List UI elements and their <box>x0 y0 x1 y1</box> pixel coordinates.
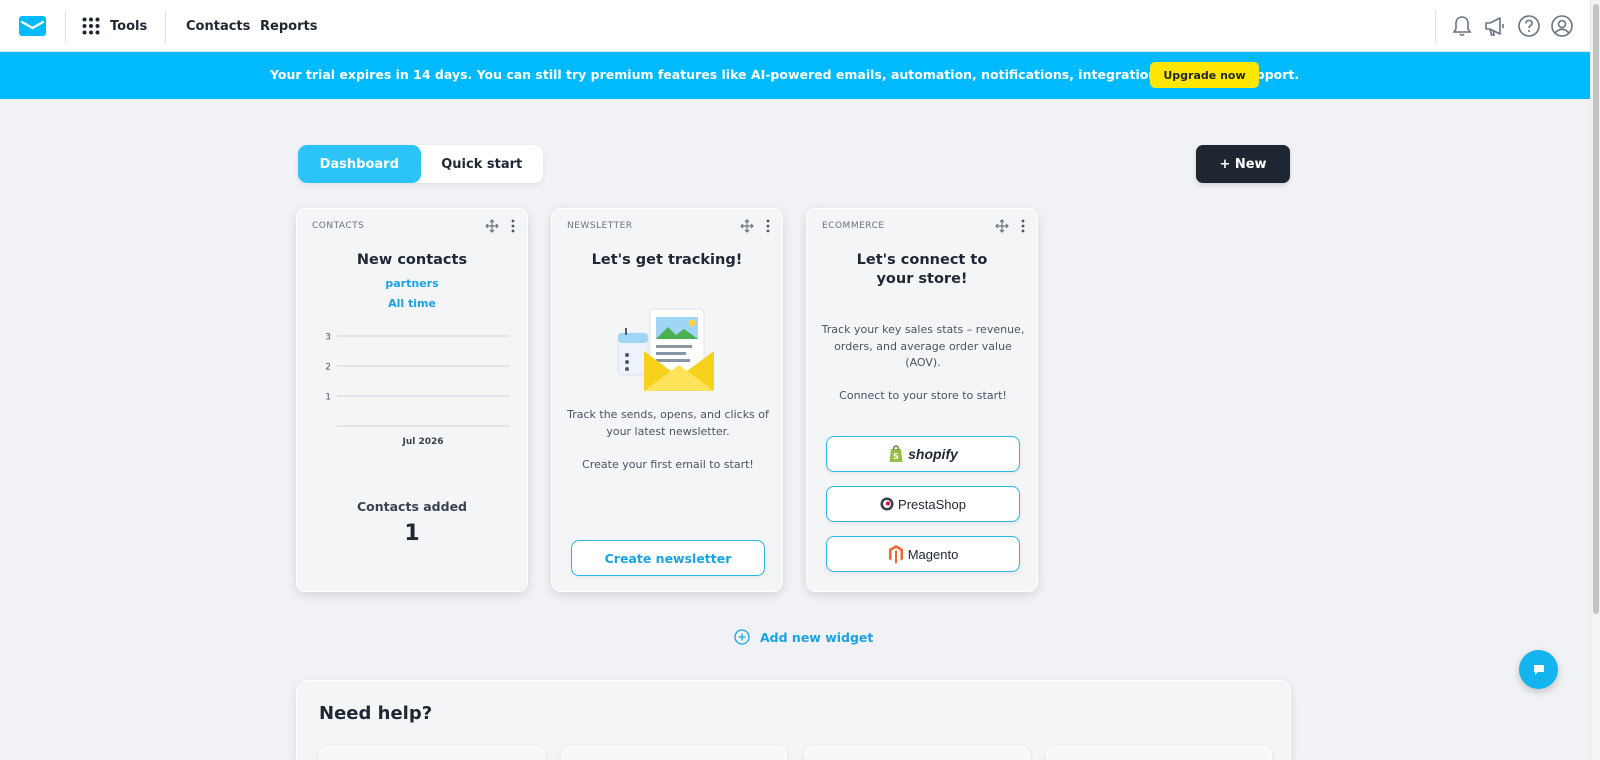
create-newsletter-label: Create newsletter <box>604 550 732 566</box>
help-panel: Need help? <box>296 680 1291 760</box>
add-new-widget-button[interactable]: Add new widget <box>734 629 873 645</box>
connect-prestashop-button[interactable]: PrestaShop <box>826 486 1020 522</box>
help-card[interactable] <box>319 746 545 760</box>
kebab-icon[interactable] <box>1020 219 1026 233</box>
move-icon[interactable] <box>995 219 1009 233</box>
chart-grid <box>337 335 509 427</box>
chart-x-tick-label: Jul 2026 <box>401 437 443 447</box>
help-card[interactable] <box>561 746 787 760</box>
tools-label: Tools <box>110 18 148 34</box>
ecommerce-cta-text: Connect to your store to start! <box>839 389 1007 402</box>
chart-x-ticks: Jul 2026 <box>401 437 443 447</box>
bell-icon[interactable] <box>1450 14 1474 38</box>
chart-y-tick-label: 1 <box>325 393 331 403</box>
shopify-bag-icon: S <box>889 445 903 462</box>
help-card[interactable] <box>1046 746 1272 760</box>
move-icon[interactable] <box>740 219 754 233</box>
create-newsletter-button[interactable]: Create newsletter <box>571 540 765 576</box>
newsletter-cta-text: Create your first email to start! <box>582 458 754 471</box>
widget-label: ECOMMERCE <box>822 221 885 231</box>
kebab-icon[interactable] <box>765 219 771 233</box>
page-scrollbar[interactable] <box>1590 0 1600 760</box>
move-icon[interactable] <box>485 219 499 233</box>
chart-y-tick-label: 2 <box>325 363 331 373</box>
upgrade-now-button[interactable]: Upgrade now <box>1150 62 1259 88</box>
top-nav: Tools Contacts Reports <box>0 0 1590 52</box>
nav-divider <box>65 10 66 43</box>
help-icon[interactable] <box>1517 14 1541 38</box>
contacts-list-link[interactable]: partners <box>297 277 527 290</box>
megaphone-icon[interactable] <box>1483 14 1507 38</box>
nav-divider <box>165 10 166 43</box>
chat-icon <box>1533 664 1544 675</box>
widget-title: Let's get tracking! <box>591 252 743 268</box>
shopify-label: shopify <box>908 446 958 462</box>
ecommerce-widget: ECOMMERCE Let's connect to your store! T… <box>806 208 1038 592</box>
tab-dashboard[interactable]: Dashboard <box>298 145 421 183</box>
widget-title: New contacts <box>356 252 468 268</box>
trial-banner-text: Your trial expires in 14 days. You can s… <box>270 67 1300 82</box>
newsletter-illustration <box>617 308 714 391</box>
contacts-chart: 1 2 3 Jul 2026 <box>325 333 509 447</box>
tools-menu[interactable]: Tools <box>82 17 147 35</box>
nav-divider <box>1435 10 1436 43</box>
scrollbar-thumb[interactable] <box>1593 4 1599 614</box>
apps-grid-icon <box>82 17 100 35</box>
help-card[interactable] <box>804 746 1030 760</box>
contacts-added-value: 1 <box>404 521 420 546</box>
dashboard-tabs: Dashboard Quick start <box>298 145 543 183</box>
widget-label: CONTACTS <box>312 221 365 231</box>
chat-button[interactable] <box>1519 650 1558 689</box>
tab-quick-start[interactable]: Quick start <box>421 145 544 183</box>
user-icon[interactable] <box>1550 14 1574 38</box>
contacts-added-label: Contacts added <box>356 499 467 514</box>
contacts-widget: CONTACTS New contacts partners All time … <box>296 208 528 592</box>
add-new-widget-label: Add new widget <box>760 629 874 645</box>
ecommerce-desc: Track your key sales stats – revenue, or… <box>821 323 1025 369</box>
newsletter-widget: NEWSLETTER Let's get tracking! Track the… <box>551 208 783 592</box>
newsletter-desc: Track the sends, opens, and clicks of yo… <box>567 408 769 438</box>
time-period-link[interactable]: All time <box>297 297 527 310</box>
magento-label: Magento <box>907 546 959 562</box>
connect-magento-button[interactable]: Magento <box>826 536 1020 572</box>
trial-banner: Your trial expires in 14 days. You can s… <box>0 52 1590 99</box>
connect-shopify-button[interactable]: S shopify <box>826 436 1020 472</box>
prestashop-label: PrestaShop <box>898 496 966 512</box>
chart-y-ticks: 1 2 3 <box>325 333 331 403</box>
prestashop-logo-icon <box>880 497 894 511</box>
widget-title: Let's connect to your store! <box>856 252 988 287</box>
nav-contacts-link[interactable]: Contacts <box>186 19 250 34</box>
kebab-icon[interactable] <box>510 219 516 233</box>
svg-text:S: S <box>893 452 899 461</box>
add-circle-icon <box>734 629 750 645</box>
help-title: Need help? <box>319 703 433 724</box>
magento-logo-icon <box>888 545 903 564</box>
nav-reports-link[interactable]: Reports <box>260 19 317 34</box>
envelope-logo-icon[interactable] <box>19 16 46 36</box>
chart-y-tick-label: 3 <box>325 333 331 343</box>
new-button[interactable]: + New <box>1196 145 1290 183</box>
widget-label: NEWSLETTER <box>567 221 633 231</box>
